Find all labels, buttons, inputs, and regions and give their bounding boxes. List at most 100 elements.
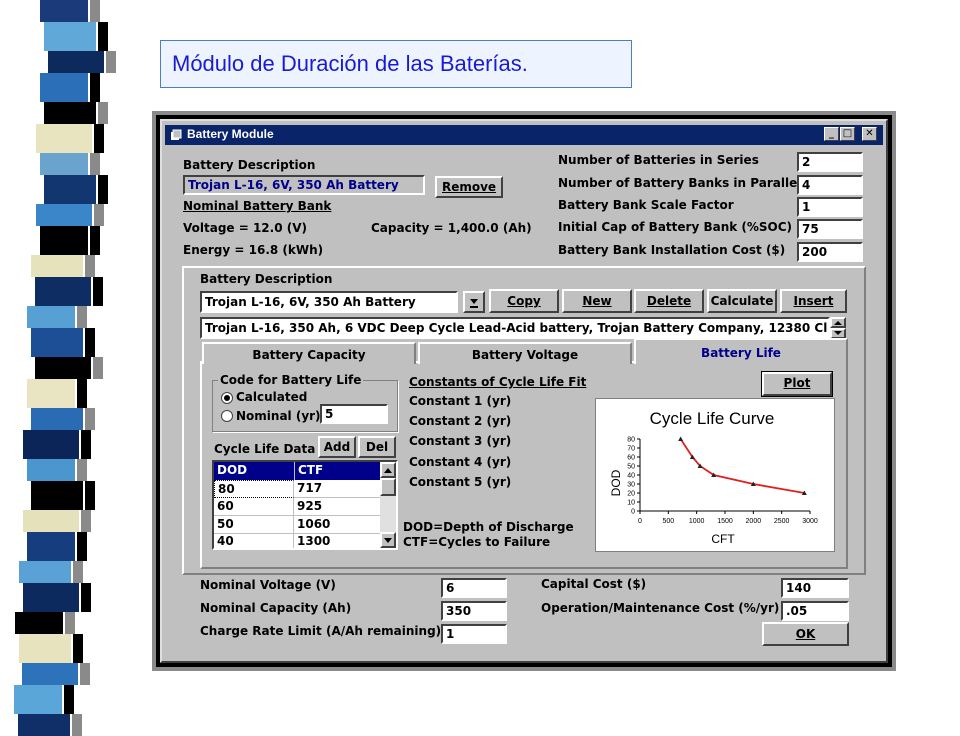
editor-description-label: Battery Description — [200, 272, 333, 286]
chart-x-axis-label: CFT — [711, 532, 735, 546]
tab-battery-life[interactable]: Battery Life — [634, 338, 848, 364]
strip-segment — [72, 714, 83, 736]
grid-scroll-down-icon[interactable] — [380, 532, 396, 548]
strip-segment — [30, 481, 83, 510]
chart-y-tick-label: 60 — [627, 455, 635, 462]
nominal-voltage-input[interactable]: 6 — [441, 578, 507, 598]
installation-cost-input[interactable]: 200 — [797, 242, 863, 262]
nominal-voltage-label: Nominal Voltage (V) — [200, 578, 336, 592]
strip-segment — [39, 226, 88, 255]
nominal-yr-input[interactable]: 5 — [320, 404, 388, 424]
dropdown-arrow-icon[interactable] — [463, 291, 485, 313]
constant-label: Constant 5 (yr) — [409, 475, 512, 489]
initial-cap-input[interactable]: 75 — [797, 219, 863, 239]
grid-cell-dod[interactable]: 60 — [214, 498, 294, 516]
strip-segment — [39, 73, 88, 102]
grid-scroll-thumb[interactable] — [380, 478, 396, 496]
insert-button[interactable]: Insert — [780, 289, 847, 313]
tab-battery-voltage[interactable]: Battery Voltage — [418, 342, 632, 364]
chart-title: Cycle Life Curve — [650, 409, 775, 428]
nominal-battery-bank-label: Nominal Battery Bank — [183, 199, 332, 213]
grid-cell-ctf[interactable]: 717 — [294, 480, 380, 498]
grid-cell-ctf[interactable]: 925 — [294, 498, 380, 516]
strip-segment — [18, 634, 71, 663]
strip-segment — [81, 430, 92, 459]
strip-segment — [23, 430, 80, 459]
grid-scroll-up-icon[interactable] — [380, 462, 396, 478]
nominal-capacity-label: Nominal Capacity (Ah) — [200, 601, 352, 615]
strip-segment — [44, 22, 97, 51]
app-icon — [171, 129, 182, 140]
calculate-button[interactable]: Calculate — [707, 289, 777, 313]
nominal-radio[interactable] — [221, 410, 233, 422]
del-button[interactable]: Del — [358, 436, 396, 458]
chart-y-tick-label: 80 — [627, 437, 635, 444]
battery-description-label: Battery Description — [183, 158, 316, 172]
scroll-up-icon[interactable] — [830, 317, 846, 328]
window-titlebar[interactable]: Battery Module _ □ ✕ — [165, 125, 883, 145]
close-button[interactable]: ✕ — [862, 127, 877, 141]
strip-segment — [27, 379, 76, 408]
capital-cost-input[interactable]: 140 — [781, 578, 849, 598]
chart-x-tick-label: 500 — [662, 518, 674, 525]
strip-segment — [14, 612, 63, 634]
strip-segment — [89, 226, 100, 255]
om-cost-input[interactable]: .05 — [781, 601, 849, 621]
parallel-input[interactable]: 4 — [797, 175, 863, 195]
grid-header-dod[interactable]: DOD — [214, 462, 294, 480]
calculated-radio[interactable] — [221, 392, 233, 404]
strip-segment — [64, 612, 75, 634]
series-input[interactable]: 2 — [797, 152, 863, 172]
strip-segment — [27, 306, 76, 328]
copy-button[interactable]: Copy — [489, 289, 559, 313]
calculated-label: Calculated — [236, 390, 308, 404]
tab-battery-capacity[interactable]: Battery Capacity — [202, 342, 416, 364]
strip-segment — [35, 277, 92, 306]
charge-rate-input[interactable]: 1 — [441, 624, 507, 644]
constant-label: Constant 1 (yr) — [409, 394, 512, 408]
strip-segment — [26, 459, 75, 481]
battery-select[interactable]: Trojan L-16, 6V, 350 Ah Battery — [200, 291, 458, 313]
delete-button[interactable]: Delete — [634, 289, 704, 313]
grid-header-ctf[interactable]: CTF — [294, 462, 380, 480]
strip-segment — [93, 357, 104, 379]
strip-segment — [35, 124, 92, 153]
grid-cell-ctf[interactable]: 1060 — [294, 516, 380, 534]
strip-segment — [31, 255, 84, 277]
grid-cell-dod[interactable]: 50 — [214, 516, 294, 534]
chart-x-tick-label: 2500 — [774, 518, 790, 525]
strip-segment — [98, 22, 109, 51]
strip-segment — [18, 561, 71, 583]
chart-y-tick-label: 70 — [627, 446, 635, 453]
strip-segment — [47, 51, 104, 73]
long-description-input[interactable]: Trojan L-16, 350 Ah, 6 VDC Deep Cycle Le… — [200, 317, 830, 339]
remove-button[interactable]: Remove — [435, 176, 503, 198]
grid-cell-ctf[interactable]: 1300 — [294, 534, 380, 548]
minimize-button[interactable]: _ — [824, 127, 839, 141]
chart-x-tick-label: 0 — [638, 518, 642, 525]
add-button[interactable]: Add — [318, 436, 356, 458]
grid-cell-dod[interactable]: 80 — [214, 480, 294, 498]
strip-segment — [89, 153, 100, 175]
grid-cell-dod[interactable]: 40 — [214, 534, 294, 548]
ok-button[interactable]: OK — [762, 622, 849, 646]
code-group-label: Code for Battery Life — [218, 373, 364, 387]
initial-cap-label: Initial Cap of Battery Bank (%SOC) — [558, 220, 793, 234]
strip-segment — [84, 481, 95, 510]
nominal-yr-label: Nominal (yr) — [236, 409, 321, 423]
capacity-text: Capacity = 1,400.0 (Ah) — [371, 221, 532, 235]
plot-button[interactable]: Plot — [761, 371, 833, 397]
nominal-capacity-input[interactable]: 350 — [441, 601, 507, 621]
new-button[interactable]: New — [562, 289, 632, 313]
strip-segment — [26, 532, 75, 561]
chart-x-tick-label: 2000 — [746, 518, 762, 525]
strip-segment — [85, 408, 95, 430]
strip-segment — [22, 510, 79, 532]
chart-y-axis-label: DOD — [609, 469, 623, 496]
scale-factor-label: Battery Bank Scale Factor — [558, 198, 734, 212]
maximize-button[interactable]: □ — [840, 127, 855, 141]
chart-y-tick-label: 40 — [627, 473, 635, 480]
chart-y-tick-label: 20 — [627, 491, 635, 498]
strip-segment — [93, 204, 104, 226]
scale-factor-input[interactable]: 1 — [797, 197, 863, 217]
